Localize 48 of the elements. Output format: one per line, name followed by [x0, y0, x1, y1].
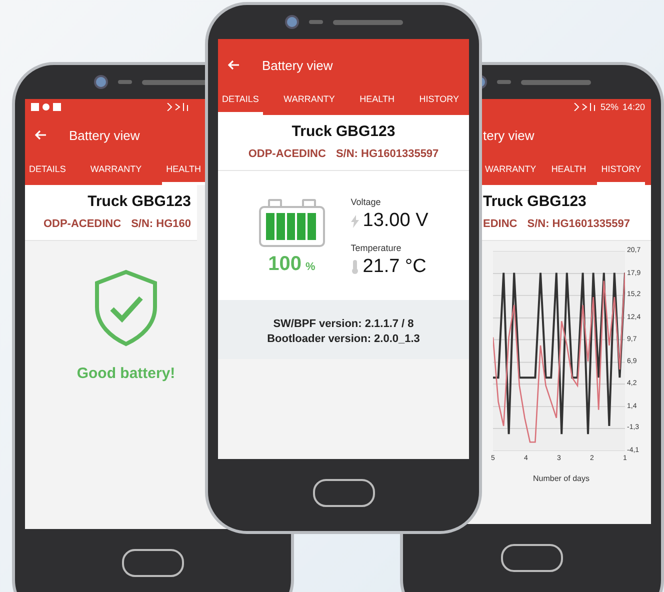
home-button[interactable] [501, 544, 563, 572]
axis-title: Number of days [533, 474, 590, 483]
shield-check-icon [93, 269, 159, 347]
tab[interactable]: HISTORY [415, 85, 463, 115]
serial-number: S/N: HG1601335597 [336, 148, 439, 160]
screen-title: Battery view [262, 58, 333, 72]
status-message: Good battery! [76, 365, 176, 382]
camera-icon [94, 75, 108, 89]
vehicle-name: Truck GBG123 [292, 123, 396, 140]
charge-value: 100 % [268, 253, 316, 276]
tab[interactable]: WARRANTY [280, 85, 339, 115]
vehicle-name: Truck GBG123 [88, 193, 191, 210]
tab[interactable]: WARRANTY [481, 155, 540, 185]
vehicle-name: Truck GBG123 [483, 193, 586, 210]
back-arrow-icon[interactable] [35, 130, 47, 140]
thermometer-icon [350, 260, 359, 274]
back-arrow-icon[interactable] [228, 60, 240, 70]
model-text: EDINC [483, 218, 518, 230]
screen-title: tery view [483, 128, 534, 142]
version-text: SW/BPF version: 2.1.1.7 / 8 [273, 318, 414, 330]
serial-number: S/N: HG160 [131, 218, 191, 230]
home-button[interactable] [122, 549, 184, 577]
status-text: 14:20 [622, 102, 645, 112]
tab[interactable]: HEALTH [356, 85, 398, 115]
model-text: ODP-ACEDINC [43, 218, 122, 230]
speaker-icon [521, 80, 591, 84]
tab[interactable]: DETAILS [25, 155, 70, 185]
screen-title: Battery view [69, 128, 140, 142]
bolt-icon [350, 214, 359, 228]
sensor-icon [308, 20, 322, 24]
speaker-icon [332, 20, 402, 24]
tab[interactable]: WARRANTY [86, 155, 146, 185]
sensor-icon [497, 80, 511, 84]
status-text: 52% [600, 102, 618, 112]
temperature-value: 21.7 °C [362, 256, 426, 278]
tab[interactable]: HEALTH [547, 155, 590, 185]
voltage-label: Voltage [350, 197, 382, 207]
sensor-icon [118, 80, 132, 84]
home-button[interactable] [312, 479, 374, 507]
serial-number: S/N: HG1601335597 [527, 218, 630, 230]
camera-icon [284, 15, 298, 29]
temperature-label: Temperature [350, 243, 402, 253]
status-icons [573, 103, 596, 111]
status-icons [166, 103, 189, 111]
voltage-value: 13.00 V [362, 210, 428, 232]
model-text: ODP-ACEDINC [248, 148, 326, 160]
notification-icons [31, 103, 61, 111]
version-text: Bootloader version: 2.0.0_1.3 [267, 333, 420, 345]
